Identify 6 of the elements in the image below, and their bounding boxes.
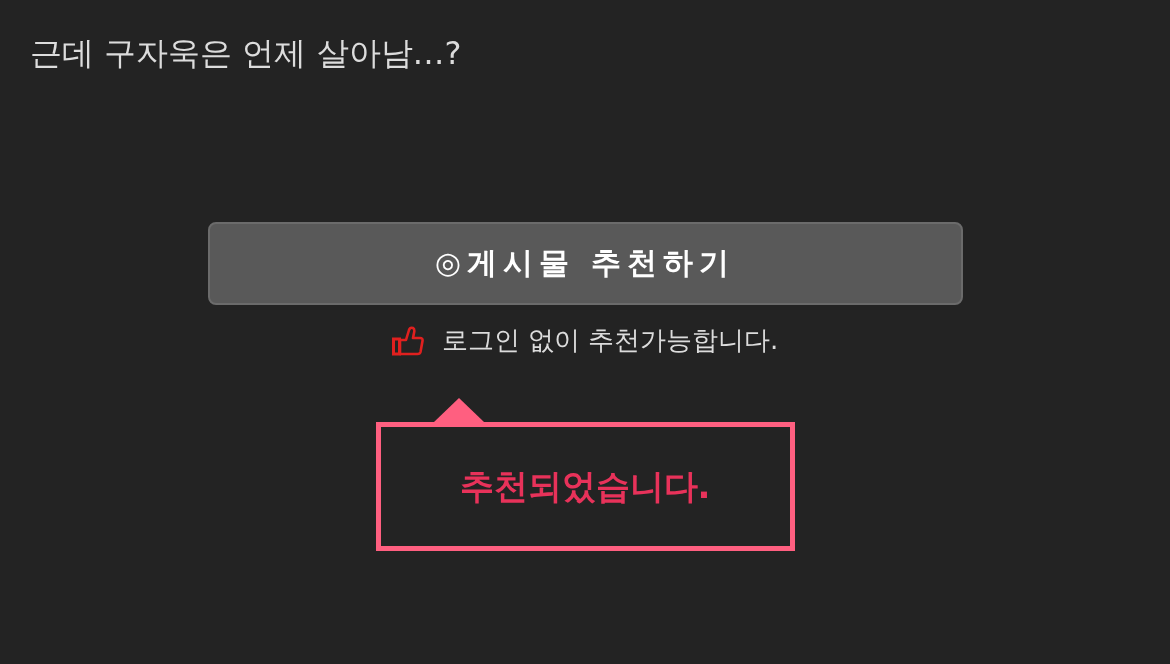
toast-pointer bbox=[433, 398, 484, 423]
post-title: 근데 구자욱은 언제 살아남…? bbox=[29, 33, 463, 73]
recommended-toast: 추천되었습니다. bbox=[375, 422, 795, 552]
recommend-button[interactable]: ◎게시물 추천하기 bbox=[207, 222, 963, 306]
thumbs-up-icon bbox=[391, 325, 424, 356]
no-login-note: 로그인 없이 추천가능합니다. bbox=[441, 324, 779, 358]
